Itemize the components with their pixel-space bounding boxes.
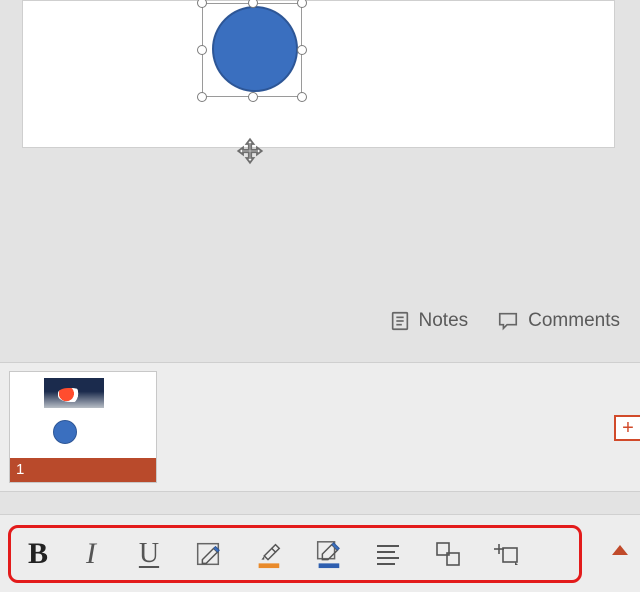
resize-handle-ml[interactable] <box>197 45 207 55</box>
italic-label: I <box>86 537 96 571</box>
bold-button[interactable]: B <box>14 529 62 579</box>
circle-shape[interactable] <box>212 6 298 92</box>
resize-handle-bl[interactable] <box>197 92 207 102</box>
status-bar: Notes Comments <box>389 310 621 332</box>
slide-thumbnail-strip: 1 + <box>0 362 640 492</box>
resize-handle-mr[interactable] <box>297 45 307 55</box>
notes-label: Notes <box>419 310 469 332</box>
paragraph-button[interactable] <box>358 529 418 579</box>
highlight-color-button[interactable] <box>238 529 298 579</box>
bold-label: B <box>28 537 48 571</box>
comments-icon <box>496 310 520 332</box>
paragraph-icon <box>374 542 402 566</box>
shape-outline-color-button[interactable] <box>298 529 358 579</box>
move-cursor-icon <box>236 137 264 165</box>
formatting-toolbar: B I U <box>14 529 576 579</box>
slide-number-bar: 1 <box>10 458 156 482</box>
selected-shape[interactable] <box>198 0 306 101</box>
notes-icon <box>389 310 411 332</box>
slide-number: 1 <box>16 461 24 478</box>
notes-button[interactable]: Notes <box>389 310 469 332</box>
comments-label: Comments <box>528 310 620 332</box>
shape-outline-color-icon <box>313 537 343 571</box>
slide-canvas[interactable] <box>22 0 615 148</box>
resize-handle-bm[interactable] <box>248 92 258 102</box>
insert-button[interactable] <box>478 529 538 579</box>
arrange-button[interactable] <box>418 529 478 579</box>
arrange-icon <box>433 540 463 568</box>
highlight-color-icon <box>253 537 283 571</box>
formatting-toolbar-area: B I U <box>0 514 640 592</box>
underline-button[interactable]: U <box>120 529 178 579</box>
comments-button[interactable]: Comments <box>496 310 620 332</box>
plus-icon: + <box>616 417 640 439</box>
expand-toolbar-button[interactable] <box>612 545 628 555</box>
new-slide-button[interactable]: + <box>614 415 640 441</box>
thumbnail-circle-shape <box>53 420 77 444</box>
slide-thumbnail-1[interactable]: 1 <box>9 371 157 483</box>
underline-label: U <box>139 538 159 570</box>
font-color-button[interactable] <box>178 529 238 579</box>
resize-handle-br[interactable] <box>297 92 307 102</box>
italic-button[interactable]: I <box>62 529 120 579</box>
font-color-icon <box>193 539 223 569</box>
resize-handle-tr[interactable] <box>297 0 307 8</box>
thumbnail-image <box>44 378 104 408</box>
insert-icon <box>493 540 523 568</box>
